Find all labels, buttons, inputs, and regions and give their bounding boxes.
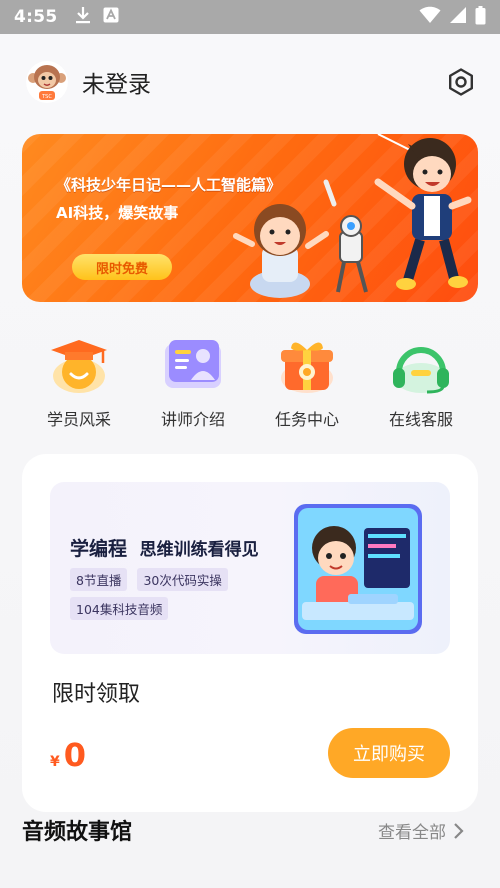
svg-text:TSC: TSC [41,94,52,100]
price-currency: ¥ [50,754,60,770]
menu-item-label: 学员风采 [46,410,111,429]
claim-label: 限时领取 [52,682,141,707]
teacher-card-icon [165,340,221,388]
download-icon [75,6,91,28]
signal-icon [449,6,467,28]
avatar[interactable]: TSC [26,60,68,104]
headset-icon [393,347,449,394]
course-tag: 8节直播 [70,568,128,591]
menu-item-teacher-intro[interactable]: 讲师介绍 [136,334,250,430]
buy-now-button[interactable]: 立即购买 [328,728,450,778]
course-tag: 30次代码实操 [137,568,228,591]
status-time: 4:55 [14,7,58,27]
menu-item-label: 任务中心 [274,410,339,429]
graduation-cap-icon [51,340,107,393]
menu-item-label: 讲师介绍 [160,410,225,429]
battery-icon [475,5,486,29]
status-bar: 4:55 [0,0,500,34]
course-slogan: 思维训练看得见 [139,540,259,560]
course-tag: 104集科技音频 [70,597,169,620]
course-banner[interactable]: 学编程 思维训练看得见 8节直播 30次代码实操 104集科技音频 [50,482,450,654]
price-value: 0 [63,736,87,774]
gear-icon [449,68,473,96]
see-all-label: 查看全部 [378,823,446,843]
menu-item-label: 在线客服 [388,410,453,429]
banner-illustration [233,134,472,298]
gift-box-icon [281,342,333,393]
banner-subtitle: AI科技，爆笑故事 [56,204,179,222]
menu-item-online-support[interactable]: 在线客服 [364,334,478,430]
login-status[interactable]: 未登录 [82,65,151,99]
price: ¥ 0 [50,736,86,774]
see-all-link[interactable]: 查看全部 [378,818,466,843]
home-page: TSC 未登录 《科技少年日记——人工智能篇》 AI科技，爆笑故事 限时免费 学… [0,34,500,888]
audio-section-title: 音频故事馆 [22,820,133,845]
course-promo-card: 学编程 思维训练看得见 8节直播 30次代码实操 104集科技音频 限时领取 ¥… [22,454,478,812]
coding-kid-illustration [294,504,422,634]
promo-banner[interactable]: 《科技少年日记——人工智能篇》 AI科技，爆笑故事 限时免费 [22,134,478,302]
banner-free-badge[interactable]: 限时免费 [72,254,172,280]
a-icon [103,7,119,27]
course-title: 学编程 思维训练看得见 [70,534,259,561]
menu-item-task-center[interactable]: 任务中心 [250,334,364,430]
header: TSC 未登录 [26,58,478,106]
wifi-icon [419,6,441,28]
settings-button[interactable] [444,65,478,99]
course-tags: 8节直播 30次代码实操 104集科技音频 [70,568,270,620]
quick-menu: 学员风采 讲师介绍 任务中心 在线客服 [22,334,478,430]
chevron-right-icon [454,822,464,839]
menu-item-student-showcase[interactable]: 学员风采 [22,334,136,430]
course-title-main: 学编程 [70,538,128,560]
monkey-avatar-icon: TSC [26,61,68,103]
